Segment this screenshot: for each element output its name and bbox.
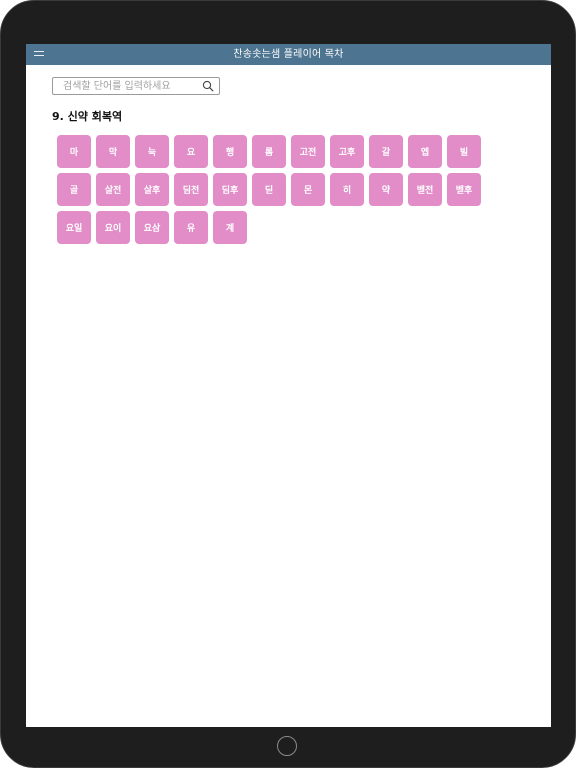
book-button[interactable]: 유: [174, 211, 208, 244]
search-input[interactable]: [53, 78, 199, 94]
book-button[interactable]: 요삼: [135, 211, 169, 244]
book-button[interactable]: 딛: [252, 173, 286, 206]
home-button[interactable]: [277, 736, 297, 756]
search-box[interactable]: [52, 77, 220, 95]
book-button[interactable]: 몬: [291, 173, 325, 206]
book-button[interactable]: 빌: [447, 135, 481, 168]
app-title: 찬송솟는샘 플레이어 목차: [233, 49, 344, 60]
book-button[interactable]: 갈: [369, 135, 403, 168]
book-button[interactable]: 골: [57, 173, 91, 206]
tablet-frame: 찬송솟는샘 플레이어 목차 9. 신약 회복역 마막눅요행롬고전고후갈엡빌골살전…: [0, 0, 576, 768]
search-icon[interactable]: [202, 80, 214, 92]
book-button[interactable]: 고전: [291, 135, 325, 168]
title-bar: 찬송솟는샘 플레이어 목차: [26, 44, 551, 65]
book-button[interactable]: 롬: [252, 135, 286, 168]
book-grid: 마 막 눅 요 행 롬 고전 고후 갈 엡 빌골 살전 살후 딤전 딤후 딛 몬 히 약 벧전 벧후요일 요이 요삼 유 계: [57, 135, 497, 244]
book-button[interactable]: 요이: [96, 211, 130, 244]
book-button[interactable]: 약: [369, 173, 403, 206]
book-button[interactable]: 막: [96, 135, 130, 168]
book-button[interactable]: 엡: [408, 135, 442, 168]
book-button[interactable]: 벧후: [447, 173, 481, 206]
section-title: 9. 신약 회복역: [52, 110, 123, 123]
book-button[interactable]: 히: [330, 173, 364, 206]
book-button[interactable]: 딤전: [174, 173, 208, 206]
book-button[interactable]: 요일: [57, 211, 91, 244]
book-button[interactable]: 마: [57, 135, 91, 168]
book-button[interactable]: 요: [174, 135, 208, 168]
book-button[interactable]: 계: [213, 211, 247, 244]
book-button[interactable]: 벧전: [408, 173, 442, 206]
book-button[interactable]: 딤후: [213, 173, 247, 206]
book-button[interactable]: 살전: [96, 173, 130, 206]
book-button[interactable]: 고후: [330, 135, 364, 168]
app-screen: 찬송솟는샘 플레이어 목차 9. 신약 회복역 마막눅요행롬고전고후갈엡빌골살전…: [26, 44, 551, 727]
book-button[interactable]: 살후: [135, 173, 169, 206]
book-button[interactable]: 눅: [135, 135, 169, 168]
book-button[interactable]: 행: [213, 135, 247, 168]
